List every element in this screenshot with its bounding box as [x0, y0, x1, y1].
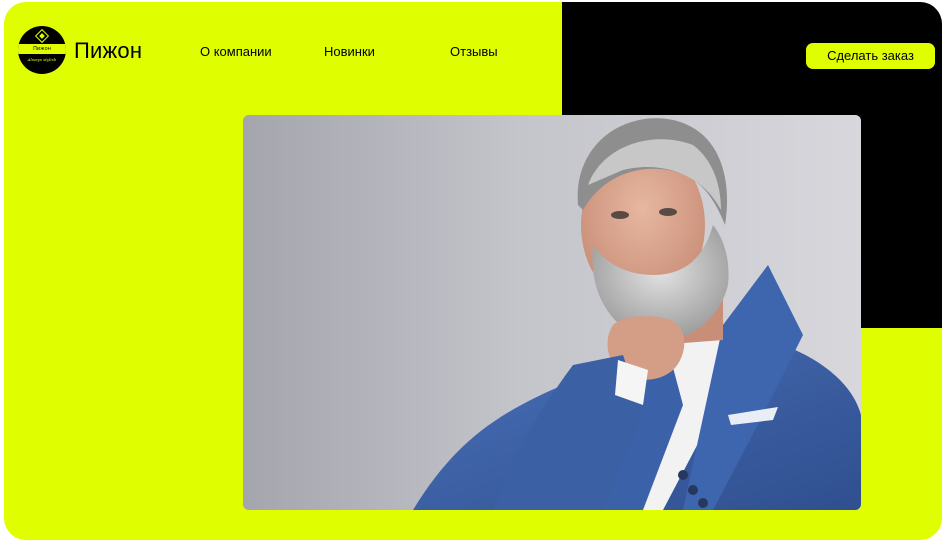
brand-name[interactable]: Пижон [74, 38, 142, 64]
landing-page: Пижон Always stylish Пижон О компании Но… [4, 2, 942, 540]
nav-item-reviews[interactable]: Отзывы [450, 44, 498, 60]
nav-item-about[interactable]: О компании [200, 44, 272, 60]
hero-image [243, 115, 861, 510]
portrait-image [243, 115, 861, 510]
nav-item-new-arrivals[interactable]: Новинки [324, 44, 375, 60]
logo[interactable]: Пижон Always stylish [18, 26, 66, 74]
order-button[interactable]: Сделать заказ [806, 43, 935, 69]
ornament-icon [34, 28, 50, 44]
logo-script-text: Always stylish [27, 57, 57, 62]
logo-badge-text: Пижон [18, 44, 66, 54]
